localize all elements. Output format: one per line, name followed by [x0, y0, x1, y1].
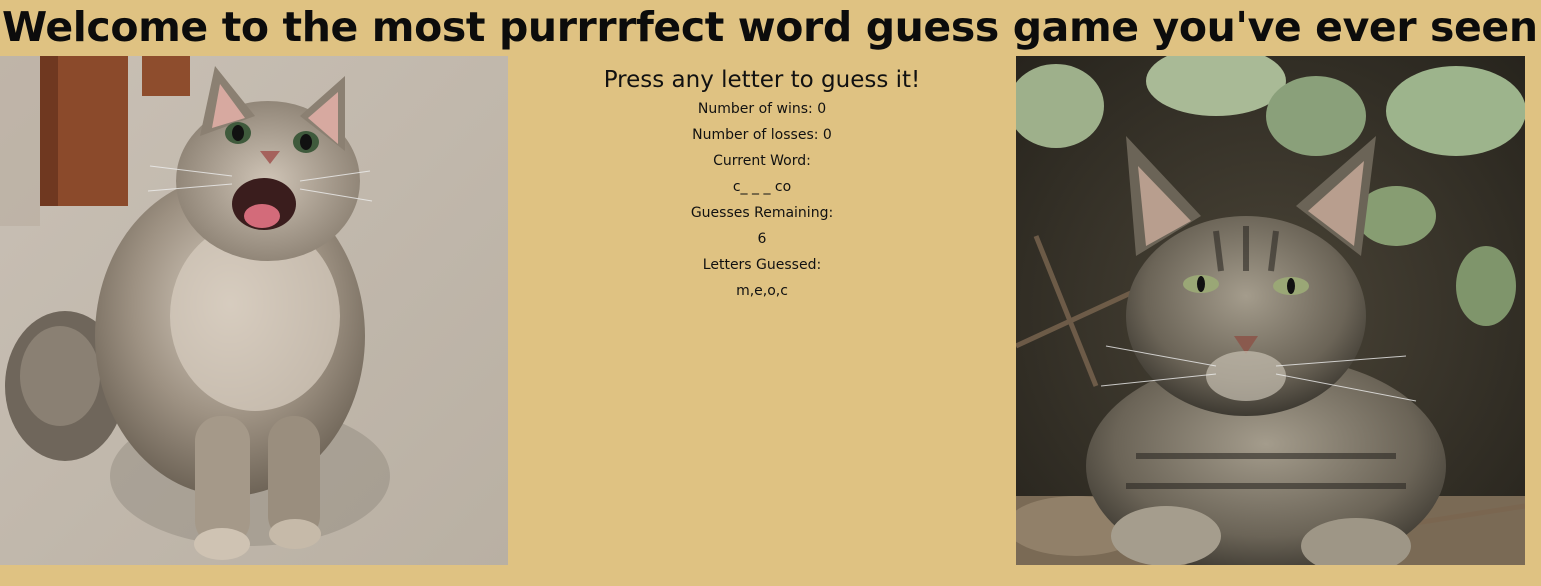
game-panel: Press any letter to guess it! Number of … — [508, 56, 1016, 304]
current-word-value: c_ _ _ co — [732, 179, 792, 195]
losses-count: Number of losses: 0 — [692, 127, 832, 143]
letters-guessed-label: Letters Guessed: — [702, 257, 822, 273]
letters-guessed-value: m,e,o,c — [736, 283, 788, 299]
guesses-remaining-label: Guesses Remaining: — [690, 205, 834, 221]
wins-count: Number of wins: 0 — [697, 101, 827, 117]
tabby-cat-photo — [1016, 56, 1525, 565]
happy-cat-photo — [0, 56, 508, 565]
page-title: Welcome to the most purrrrfect word gues… — [2, 3, 1541, 51]
current-word-label: Current Word: — [713, 153, 811, 169]
instruction-text: Press any letter to guess it! — [603, 67, 921, 93]
guesses-remaining-value: 6 — [757, 231, 767, 247]
